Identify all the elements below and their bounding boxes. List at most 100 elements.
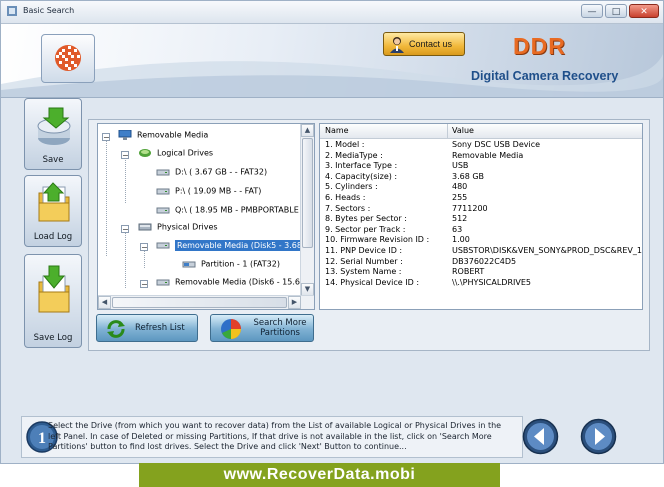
scroll-left-arrow-icon[interactable]: ◀ bbox=[98, 296, 111, 309]
partition-icon bbox=[182, 261, 196, 268]
next-arrow-icon[interactable] bbox=[580, 418, 617, 455]
window-title: Basic Search bbox=[23, 6, 75, 15]
pie-chart-icon bbox=[221, 319, 241, 339]
row-name: 10. Firmware Revision ID : bbox=[325, 235, 430, 245]
tree-label: Partition - 1 (FAT32) bbox=[201, 259, 280, 269]
table-row[interactable]: 1. Model : Sony DSC USB Device bbox=[320, 140, 642, 151]
tree-collapse-toggle[interactable]: − bbox=[121, 225, 129, 234]
instruction-line-2: left Panel. In case of Deleted or missin… bbox=[48, 431, 492, 441]
tree-guide bbox=[125, 232, 126, 288]
tree-node-drive-p[interactable]: P:\ ( 19.09 MB - - FAT) bbox=[156, 186, 261, 196]
tree-collapse-toggle[interactable]: − bbox=[140, 243, 148, 252]
tree-vscroll-thumb[interactable] bbox=[302, 138, 313, 248]
save-label: Save bbox=[42, 155, 64, 165]
website-url: www.RecoverData.mobi bbox=[223, 466, 416, 483]
column-header-name[interactable]: Name bbox=[325, 126, 349, 135]
row-value: USB bbox=[452, 161, 469, 171]
tree-label: Physical Drives bbox=[157, 222, 218, 232]
table-row[interactable]: 10. Firmware Revision ID : 1.00 bbox=[320, 235, 642, 246]
search-more-label: Search More bbox=[253, 318, 307, 328]
table-row[interactable]: 4. Capacity(size) : 3.68 GB bbox=[320, 172, 642, 183]
row-name: 14. Physical Device ID : bbox=[325, 277, 420, 287]
row-value: \\.\PHYSICALDRIVE5 bbox=[452, 277, 532, 287]
tree-collapse-toggle[interactable]: − bbox=[121, 151, 129, 160]
tree-node-removable-media[interactable]: Removable Media bbox=[118, 130, 208, 140]
tree-horizontal-scrollbar[interactable]: ◀ ▶ bbox=[98, 295, 314, 309]
column-header-value[interactable]: Value bbox=[452, 126, 474, 135]
tree-guide bbox=[106, 138, 107, 256]
maximize-button[interactable]: □ bbox=[605, 4, 627, 18]
row-name: 8. Bytes per Sector : bbox=[325, 214, 407, 224]
minimize-button[interactable]: — bbox=[581, 4, 603, 18]
tree-node-logical-drives[interactable]: Logical Drives bbox=[138, 148, 213, 158]
row-value: 3.68 GB bbox=[452, 171, 485, 181]
load-log-label: Load Log bbox=[33, 232, 73, 242]
row-name: 9. Sector per Track : bbox=[325, 224, 406, 234]
table-row[interactable]: 3. Interface Type : USB bbox=[320, 161, 642, 172]
contact-person-icon bbox=[390, 37, 404, 53]
table-row[interactable]: 8. Bytes per Sector : 512 bbox=[320, 214, 642, 225]
tree-node-drive-d[interactable]: D:\ ( 3.67 GB - - FAT32) bbox=[156, 167, 267, 177]
row-value: USBSTOR\DISK&VEN_SONY&PROD_DSC&REV_1.... bbox=[452, 246, 643, 255]
table-row[interactable]: 13. System Name : ROBERT bbox=[320, 267, 642, 278]
load-log-button[interactable]: Load Log bbox=[24, 175, 82, 247]
save-log-icon bbox=[38, 265, 70, 313]
column-divider[interactable] bbox=[447, 124, 448, 138]
title-bar[interactable]: Basic Search — □ ✕ bbox=[1, 1, 663, 24]
tree-collapse-toggle[interactable]: − bbox=[102, 133, 110, 142]
drives-icon bbox=[139, 149, 151, 157]
row-value: ROBERT bbox=[452, 267, 485, 277]
contact-us-button[interactable]: Contact us bbox=[383, 32, 465, 56]
drive-icon bbox=[156, 188, 170, 195]
drive-icon bbox=[156, 207, 170, 214]
load-log-icon bbox=[38, 182, 70, 222]
close-button[interactable]: ✕ bbox=[629, 4, 659, 18]
table-row[interactable]: 7. Sectors : 7711200 bbox=[320, 204, 642, 215]
instruction-text: Select the Drive (from which you want to… bbox=[48, 421, 518, 453]
save-button[interactable]: Save bbox=[24, 98, 82, 170]
save-log-label: Save Log bbox=[33, 333, 73, 343]
tree-hscroll-thumb[interactable] bbox=[112, 297, 287, 308]
computer-icon bbox=[118, 130, 132, 140]
tree-node-physical-drives[interactable]: Physical Drives bbox=[138, 222, 218, 232]
table-row[interactable]: 6. Heads : 255 bbox=[320, 193, 642, 204]
row-value: Removable Media bbox=[452, 150, 524, 160]
table-row[interactable]: 11. PNP Device ID : USBSTOR\DISK&VEN_SONY… bbox=[320, 246, 642, 257]
svg-text:1: 1 bbox=[38, 430, 46, 447]
table-row[interactable]: 12. Serial Number : DB376022C4D5 bbox=[320, 257, 642, 268]
tree-label: Removable Media (Disk6 - 15.69 bbox=[175, 277, 306, 287]
row-value: Sony DSC USB Device bbox=[452, 140, 541, 149]
refresh-list-label: Refresh List bbox=[135, 323, 185, 333]
tree-node-disk6[interactable]: Removable Media (Disk6 - 15.69 bbox=[156, 277, 305, 287]
table-row[interactable]: 5. Cylinders : 480 bbox=[320, 182, 642, 193]
table-row[interactable]: 2. MediaType : Removable Media bbox=[320, 151, 642, 162]
scroll-right-arrow-icon[interactable]: ▶ bbox=[288, 296, 301, 309]
app-logo bbox=[41, 34, 95, 83]
table-row[interactable]: 9. Sector per Track : 63 bbox=[320, 225, 642, 236]
row-value: 7711200 bbox=[452, 203, 488, 213]
row-name: 5. Cylinders : bbox=[325, 182, 378, 192]
tree-node-drive-q[interactable]: Q:\ ( 18.95 MB - PMBPORTABLE bbox=[156, 205, 299, 215]
brand-logo-text: DDR bbox=[513, 33, 566, 59]
instruction-line-3: Partitions' button to find lost drives. … bbox=[48, 442, 407, 452]
tree-vertical-scrollbar[interactable]: ▲ ▼ bbox=[300, 124, 314, 296]
scroll-up-arrow-icon[interactable]: ▲ bbox=[301, 124, 314, 137]
tree-node-partition-1[interactable]: Partition - 1 (FAT32) bbox=[182, 259, 280, 269]
back-arrow-icon[interactable] bbox=[522, 418, 559, 455]
tree-label: D:\ ( 3.67 GB - - FAT32) bbox=[175, 167, 268, 177]
save-log-button[interactable]: Save Log bbox=[24, 254, 82, 348]
app-icon bbox=[7, 6, 17, 16]
search-more-partitions-button[interactable]: Search More Partitions bbox=[210, 314, 314, 342]
drive-tree[interactable]: − Removable Media − Logical Drives D:\ (… bbox=[97, 123, 315, 310]
table-row[interactable]: 14. Physical Device ID : \\.\PHYSICALDRIV… bbox=[320, 278, 642, 289]
tree-label: Logical Drives bbox=[157, 148, 214, 158]
drive-details-table[interactable]: Name Value 1. Model : Sony DSC USB Device… bbox=[319, 123, 643, 310]
tree-collapse-toggle[interactable]: − bbox=[140, 280, 148, 289]
row-name: 11. PNP Device ID : bbox=[325, 246, 403, 255]
row-name: 2. MediaType : bbox=[325, 150, 383, 160]
physical-drives-icon bbox=[138, 223, 152, 231]
product-title: Digital Camera Recovery bbox=[471, 69, 619, 83]
row-value: 63 bbox=[452, 224, 463, 234]
tree-node-disk5[interactable]: Removable Media (Disk5 - 3.68 G bbox=[156, 239, 313, 251]
refresh-list-button[interactable]: Refresh List bbox=[96, 314, 198, 342]
